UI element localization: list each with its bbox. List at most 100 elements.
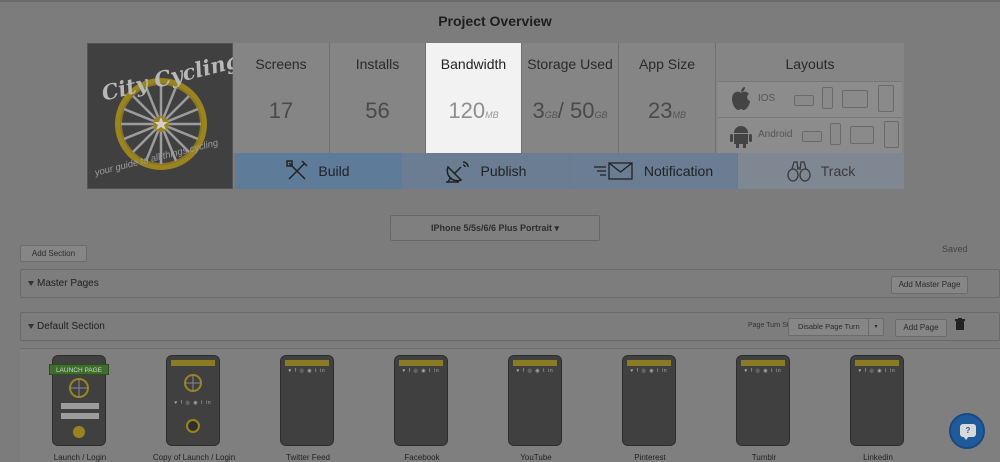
tablet-portrait-icon[interactable] <box>884 121 899 148</box>
social-icons: ♥ f ◎ ◉ t in <box>744 368 782 374</box>
social-icons: ♥ f ◎ ◉ t in <box>174 400 212 406</box>
publish-button[interactable]: Publish <box>402 153 570 189</box>
screen-label: Copy of Launch / Login <box>152 453 236 462</box>
screen-header <box>513 360 557 366</box>
layouts-panel: Layouts IOS Android <box>716 43 904 153</box>
screen-thumbnail[interactable]: ♥ f ◎ ◉ t in <box>622 355 676 446</box>
stat-unit: MB <box>485 110 499 120</box>
page-turn-value: Disable Page Turn <box>798 322 860 331</box>
login-button-thumb <box>73 426 85 438</box>
phone-portrait-icon[interactable] <box>822 87 833 109</box>
screen-header <box>399 360 443 366</box>
master-pages-bar[interactable]: Master Pages Add Master Page <box>20 269 1000 298</box>
layout-os-label: Android <box>758 129 793 140</box>
stat-storage: Storage Used 3GB/ 50GB <box>522 43 619 153</box>
tablet-portrait-icon[interactable] <box>878 85 894 112</box>
phone-portrait-icon[interactable] <box>830 123 841 145</box>
social-icons: ♥ f ◎ ◉ t in <box>288 368 326 374</box>
top-rule <box>0 0 1000 2</box>
apple-icon <box>732 87 750 110</box>
stat-value: 3GB/ 50GB <box>522 98 618 124</box>
master-pages-title: Master Pages <box>37 278 99 289</box>
satellite-dish-icon <box>445 161 469 183</box>
stat-unit: GB <box>594 110 608 120</box>
default-section-bar[interactable]: Default Section Page Turn Style: Disable… <box>20 312 1000 341</box>
save-status: Saved <box>942 244 968 254</box>
stat-label: Bandwidth <box>440 56 507 72</box>
screen-label: Launch / Login <box>53 453 107 462</box>
screen-label: Pinterest <box>634 453 666 462</box>
avatar <box>186 419 200 433</box>
layout-os-label: IOS <box>758 93 776 104</box>
notification-button[interactable]: Notification <box>570 153 738 189</box>
collapse-icon[interactable] <box>28 281 34 286</box>
screen-label: YouTube <box>520 453 552 462</box>
trash-icon[interactable] <box>955 318 965 330</box>
stat-bandwidth: Bandwidth 120MB <box>426 43 522 153</box>
stat-number: 3 <box>532 98 545 123</box>
social-icons: ♥ f ◎ ◉ t in <box>858 368 896 374</box>
envelope-icon <box>593 162 633 180</box>
stat-label: Screens <box>255 56 307 72</box>
stat-value: 17 <box>268 98 294 123</box>
add-page-button[interactable]: Add Page <box>895 319 947 337</box>
screen-header <box>171 360 215 366</box>
app-logo[interactable]: City Cycling your guide to all things cy… <box>87 43 242 189</box>
screen-header <box>285 360 329 366</box>
help-chat-button[interactable]: ? <box>949 413 985 449</box>
tools-icon <box>286 160 308 180</box>
track-button[interactable]: Track <box>738 153 904 189</box>
username-field <box>61 403 99 409</box>
screen-thumbnail[interactable]: ♥ f ◎ ◉ t in <box>736 355 790 446</box>
layout-row-android[interactable]: Android <box>718 117 902 153</box>
screen-thumbnail[interactable]: ♥ f ◎ ◉ t in <box>394 355 448 446</box>
stat-value: 56 <box>365 98 390 123</box>
stat-value: 23MB <box>619 98 715 124</box>
tablet-landscape-icon[interactable] <box>842 90 868 108</box>
screen-thumbnail[interactable]: LAUNCH PAGE <box>49 355 109 446</box>
stat-installs: Installs 56 <box>330 43 426 153</box>
chat-bubble-tail <box>963 436 969 440</box>
stat-unit: MB <box>672 110 686 120</box>
launch-page-badge: LAUNCH PAGE <box>49 364 109 375</box>
page-turn-select[interactable]: Disable Page Turn ▾ <box>788 318 884 336</box>
binoculars-icon <box>787 161 811 182</box>
notification-label: Notification <box>643 163 714 179</box>
track-label: Track <box>820 163 856 179</box>
phone-landscape-icon[interactable] <box>802 131 822 142</box>
password-field <box>61 413 99 419</box>
wheel-icon <box>184 374 202 392</box>
screen-header <box>741 360 785 366</box>
device-select[interactable]: IPhone 5/5s/6/6 Plus Portrait ▾ <box>390 215 600 241</box>
screen-thumbnail[interactable]: ♥ f ◎ ◉ t in <box>166 355 220 446</box>
build-button[interactable]: Build <box>235 153 402 189</box>
wheel-icon <box>69 378 89 398</box>
add-section-button[interactable]: Add Section <box>20 245 87 262</box>
page-title: Project Overview <box>438 13 552 29</box>
stat-total: / 50 <box>557 98 595 123</box>
screen-header <box>627 360 671 366</box>
stat-value: 120MB <box>426 98 521 124</box>
add-master-page-button[interactable]: Add Master Page <box>891 276 968 294</box>
screen-thumbnail[interactable]: ♥ f ◎ ◉ t in <box>508 355 562 446</box>
build-label: Build <box>318 163 350 179</box>
stat-app-size: App Size 23MB <box>619 43 716 153</box>
stat-label: Installs <box>355 56 400 72</box>
screen-header <box>855 360 899 366</box>
screen-label: Twitter Feed <box>285 453 330 462</box>
stat-label: Storage Used <box>527 56 613 72</box>
screen-label: Facebook <box>404 453 440 462</box>
collapse-icon[interactable] <box>28 324 34 329</box>
screen-label: Tumblr <box>751 453 777 462</box>
screen-thumbnail[interactable]: ♥ f ◎ ◉ t in <box>850 355 904 446</box>
layout-row-ios[interactable]: IOS <box>718 81 902 117</box>
tablet-landscape-icon[interactable] <box>850 126 874 144</box>
phone-landscape-icon[interactable] <box>794 95 814 106</box>
default-section-title: Default Section <box>37 321 105 332</box>
chevron-down-icon: ▾ <box>868 319 883 335</box>
stat-unit: GB <box>544 110 558 120</box>
screen-label: Linkedin <box>863 453 893 462</box>
layouts-label: Layouts <box>785 56 835 72</box>
social-icons: ♥ f ◎ ◉ t in <box>630 368 668 374</box>
screen-thumbnail[interactable]: ♥ f ◎ ◉ t in <box>280 355 334 446</box>
